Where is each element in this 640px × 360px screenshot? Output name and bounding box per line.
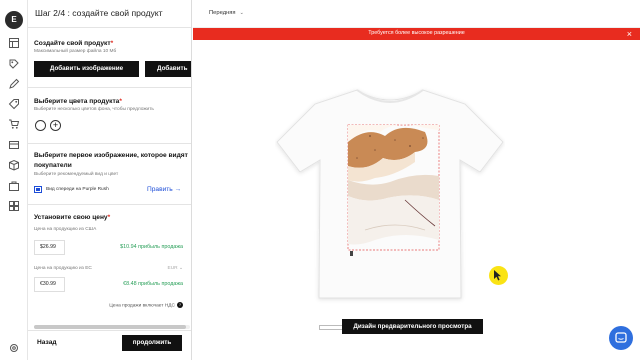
add-second-button[interactable]: Добавить	[145, 61, 191, 77]
divider	[28, 143, 191, 144]
layout-icon[interactable]	[8, 37, 20, 49]
chat-icon	[615, 332, 627, 343]
resolution-warning-banner: Требуется более высокое разрешение ×	[193, 28, 640, 40]
us-price-input[interactable]: $26.99	[34, 240, 65, 255]
continue-button[interactable]: продолжить	[122, 335, 182, 351]
back-button[interactable]: Назад	[37, 339, 57, 346]
cart-icon[interactable]	[8, 118, 20, 130]
eu-price-label: Цена на продукцию из ЕС	[34, 266, 92, 271]
tag-edit-icon[interactable]	[8, 58, 20, 70]
add-image-button[interactable]: Добавить изображение	[34, 61, 139, 77]
price-heading: Установите свою цену*	[34, 214, 111, 221]
vat-note: Цена продажи включает НДС?	[109, 302, 183, 309]
product-colors-heading: Выберите цвета продукта*	[34, 98, 122, 105]
step-title: Шаг 2/4 : создайте свой продукт	[35, 8, 163, 18]
preview-toggle[interactable]	[319, 325, 343, 330]
color-swatch-white[interactable]	[35, 120, 46, 131]
us-price-label: Цена на продукцию из США	[34, 227, 97, 232]
add-color-button[interactable]: +	[50, 120, 61, 131]
divider	[28, 87, 191, 88]
bag-icon[interactable]	[8, 180, 20, 192]
horizontal-scrollbar[interactable]	[34, 325, 190, 329]
colors-hint: Выберите несколько цветов фона, чтобы пр…	[34, 107, 154, 112]
file-size-hint: Максимальный размер файла 10 Мб	[34, 49, 117, 54]
close-icon[interactable]: ×	[627, 28, 632, 40]
front-view-option: Вид спереди на Purple Rush	[46, 187, 109, 192]
eu-profit-text: €8.48 прибыль продажа	[123, 281, 183, 287]
icon-rail: E	[0, 0, 28, 360]
app-window: E Шаг 2/4 : создайте свой продукт Создай…	[0, 0, 640, 360]
chevron-down-icon: ⌄	[239, 10, 244, 16]
price-tag-icon[interactable]	[8, 98, 20, 110]
design-artwork	[348, 124, 439, 245]
edit-first-image-link[interactable]: Править →	[147, 186, 181, 193]
help-icon[interactable]: ?	[177, 302, 183, 308]
box-icon[interactable]	[8, 159, 20, 171]
design-canvas: Передняя ⌄ Требуется более высокое разреш…	[193, 0, 640, 360]
chat-button[interactable]	[609, 326, 633, 350]
front-view-checkbox[interactable]	[34, 186, 42, 193]
divider	[28, 330, 191, 331]
first-image-heading-line1: Выберите первое изображение, которое вид…	[34, 152, 188, 159]
product-settings-panel: Шаг 2/4 : создайте свой продукт Создайте…	[28, 0, 192, 360]
currency-select[interactable]: EUR ⌄	[168, 266, 183, 271]
tshirt-mockup[interactable]	[275, 80, 505, 308]
pencil-icon[interactable]	[8, 78, 20, 90]
view-select[interactable]: Передняя ⌄	[209, 10, 244, 16]
eu-price-input[interactable]: €30.99	[34, 277, 65, 292]
banner-text: Требуется более высокое разрешение	[368, 30, 465, 36]
cursor-icon	[489, 266, 508, 285]
divider	[28, 204, 191, 205]
us-profit-text: $10.94 прибыль продажа	[120, 244, 183, 250]
avatar[interactable]: E	[5, 11, 23, 29]
grid-icon[interactable]	[8, 200, 20, 212]
divider	[28, 27, 191, 28]
first-image-heading-line2: покупатели	[34, 162, 72, 169]
card-icon[interactable]	[8, 139, 20, 151]
settings-icon[interactable]	[8, 342, 20, 354]
create-product-heading: Создайте свой продукт*	[34, 40, 114, 47]
preview-design-button[interactable]: Дизайн предварительного просмотра	[342, 319, 483, 334]
scrollbar-thumb[interactable]	[34, 325, 186, 329]
first-image-hint: Выберите рекомендуемый вид и цвет	[34, 172, 119, 177]
